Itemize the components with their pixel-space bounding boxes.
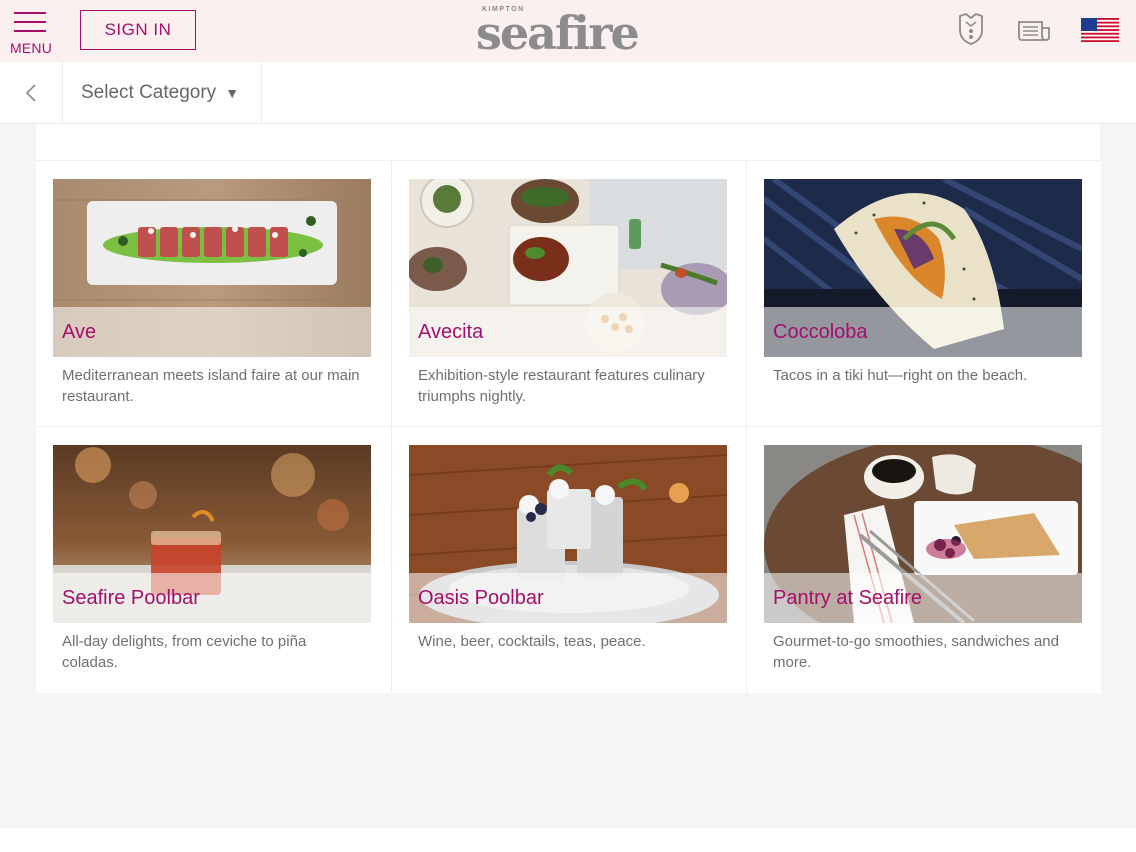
venue-card-pantry-at-seafire[interactable]: Pantry at Seafire Gourmet-to-go smoothie… bbox=[746, 427, 1101, 693]
venue-title: Seafire Poolbar bbox=[62, 587, 200, 609]
venue-title: Ave bbox=[62, 321, 97, 343]
seafire-logo[interactable]: seafire KIMPTON bbox=[476, 4, 682, 62]
us-flag-icon[interactable] bbox=[1081, 18, 1119, 47]
menu-button[interactable]: MENU bbox=[10, 10, 54, 56]
crest-icon[interactable] bbox=[956, 12, 986, 51]
sign-in-button[interactable]: SIGN IN bbox=[80, 10, 196, 50]
venue-image-pantry-at-seafire: Pantry at Seafire bbox=[764, 445, 1082, 623]
venue-image-oasis-poolbar: Oasis Poolbar bbox=[409, 445, 727, 623]
venue-title: Pantry at Seafire bbox=[773, 587, 922, 609]
venue-image-ave: Ave bbox=[53, 179, 371, 357]
venue-description: Gourmet-to-go smoothies, sandwiches and … bbox=[773, 633, 1059, 671]
venue-image-coccoloba: Coccoloba bbox=[764, 179, 1082, 357]
venue-card-coccoloba[interactable]: Coccoloba Tacos in a tiki hut—right on t… bbox=[746, 161, 1101, 427]
logo-kimpton-label: KIMPTON bbox=[482, 6, 525, 13]
venue-card-oasis-poolbar[interactable]: Oasis Poolbar Wine, beer, cocktails, tea… bbox=[391, 427, 746, 693]
menu-label: MENU bbox=[10, 40, 53, 56]
venue-image-avecita: Avecita bbox=[409, 179, 727, 357]
venue-image-seafire-poolbar: Seafire Poolbar bbox=[53, 445, 371, 623]
newspaper-icon[interactable] bbox=[1016, 16, 1052, 47]
venue-card-avecita[interactable]: Avecita Exhibition-style restaurant feat… bbox=[391, 161, 746, 427]
select-category-label: Select Category bbox=[81, 82, 217, 103]
venue-title: Avecita bbox=[418, 321, 484, 343]
panel-header-strip bbox=[36, 124, 1100, 161]
hamburger-icon-middle bbox=[14, 21, 46, 23]
hamburger-icon bbox=[14, 12, 46, 14]
venue-title: Coccoloba bbox=[773, 321, 868, 343]
hamburger-icon-bottom bbox=[14, 30, 46, 32]
venue-description: Wine, beer, cocktails, teas, peace. bbox=[418, 633, 646, 650]
back-button[interactable] bbox=[0, 62, 63, 124]
venue-title: Oasis Poolbar bbox=[418, 587, 544, 609]
venue-description: All-day delights, from ceviche to piña c… bbox=[62, 633, 307, 671]
venue-description: Tacos in a tiki hut—right on the beach. bbox=[773, 367, 1028, 384]
select-category-dropdown[interactable]: Select Category ▼ bbox=[63, 62, 262, 124]
venue-card-ave[interactable]: Ave Mediterranean meets island faire at … bbox=[36, 161, 391, 427]
chevron-left-icon bbox=[25, 84, 36, 102]
image-caption-overlay bbox=[53, 307, 371, 357]
venue-description: Exhibition-style restaurant features cul… bbox=[418, 367, 705, 405]
venue-card-seafire-poolbar[interactable]: Seafire Poolbar All-day delights, from c… bbox=[36, 427, 391, 693]
top-header: MENU SIGN IN seafire KIMPTON bbox=[0, 0, 1136, 62]
caret-down-icon: ▼ bbox=[225, 85, 240, 101]
page-footer-strip bbox=[0, 828, 1136, 852]
category-bar: Select Category ▼ bbox=[0, 62, 1136, 124]
venue-description: Mediterranean meets island faire at our … bbox=[62, 367, 360, 405]
venues-panel: Ave Mediterranean meets island faire at … bbox=[36, 124, 1101, 693]
logo-wordmark: seafire bbox=[476, 6, 640, 60]
